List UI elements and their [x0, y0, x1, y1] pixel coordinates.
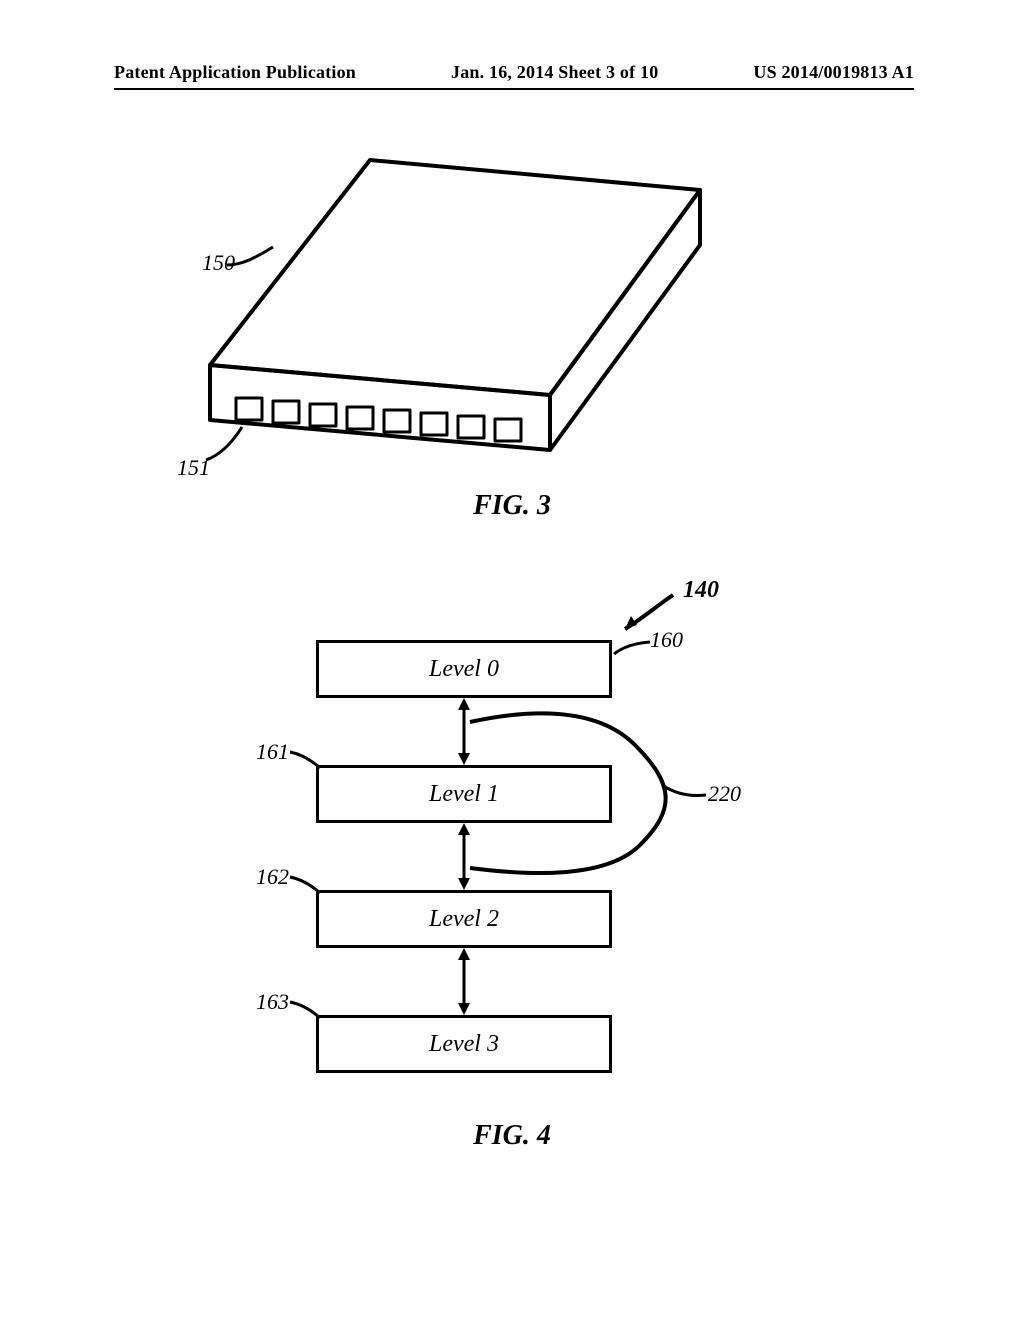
page-header: Patent Application Publication Jan. 16, … [114, 62, 914, 83]
leader-160 [612, 640, 652, 670]
fig4-drawing: 140 Level 0 Level 1 Level 2 Level 3 [0, 565, 1024, 1205]
level-3-label: Level 3 [429, 1031, 499, 1058]
level-3-box: Level 3 [316, 1015, 612, 1073]
leader-220 [660, 775, 708, 801]
ref-220: 220 [708, 781, 741, 807]
leader-161 [288, 750, 322, 772]
ref-150: 150 [202, 250, 235, 276]
ref-151: 151 [177, 455, 210, 481]
ref-162: 162 [256, 864, 289, 890]
level-0-box: Level 0 [316, 640, 612, 698]
header-right: US 2014/0019813 A1 [753, 62, 914, 83]
ref-160: 160 [650, 627, 683, 653]
arrow-lv2-lv3 [456, 948, 472, 1015]
fig3-device-drawing [170, 140, 730, 480]
ref-163: 163 [256, 989, 289, 1015]
level-2-box: Level 2 [316, 890, 612, 948]
header-left: Patent Application Publication [114, 62, 356, 83]
ref-140: 140 [683, 577, 719, 604]
fig4-caption: FIG. 4 [0, 1120, 1024, 1152]
header-rule [114, 88, 914, 90]
header-center: Jan. 16, 2014 Sheet 3 of 10 [451, 62, 658, 83]
leader-162 [288, 875, 322, 897]
leader-163 [288, 1000, 322, 1022]
ref-161: 161 [256, 739, 289, 765]
level-2-label: Level 2 [429, 906, 499, 933]
level-0-label: Level 0 [429, 656, 499, 683]
fig3-caption: FIG. 3 [0, 490, 1024, 522]
